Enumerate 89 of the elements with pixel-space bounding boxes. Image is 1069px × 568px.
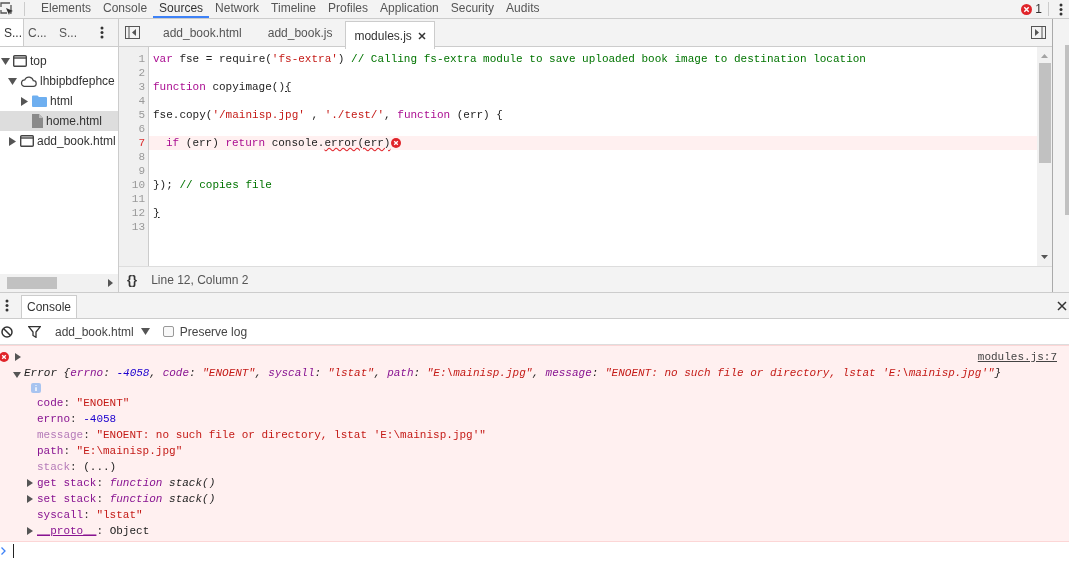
editor-tab[interactable]: modules.js bbox=[345, 21, 435, 49]
line-number: 8 bbox=[137, 150, 145, 164]
scrollbar[interactable] bbox=[1037, 47, 1052, 266]
collapsed-arrow-icon[interactable] bbox=[27, 479, 33, 487]
line-number: 1 bbox=[137, 52, 145, 66]
line-number: 2 bbox=[137, 66, 145, 80]
close-icon[interactable] bbox=[417, 31, 426, 40]
object-property[interactable]: code: "ENOENT" bbox=[37, 394, 130, 412]
code-line: }); // copies file bbox=[153, 178, 272, 192]
checkbox[interactable] bbox=[162, 326, 174, 337]
editor-tab[interactable]: add_book.js bbox=[254, 19, 346, 47]
collapsed-arrow-icon[interactable] bbox=[8, 136, 16, 146]
line-number: 13 bbox=[130, 220, 145, 234]
context-dropdown[interactable]: add_book.html bbox=[55, 322, 150, 341]
code-line: fse.copy('/mainisp.jpg' , './test/', function (err) { bbox=[153, 108, 503, 122]
collapsed-arrow-icon[interactable] bbox=[27, 495, 33, 503]
error-icon bbox=[1021, 4, 1033, 15]
scrollbar-thumb[interactable] bbox=[7, 277, 57, 289]
line-number: 9 bbox=[137, 164, 145, 178]
panel-tab[interactable]: Profiles bbox=[322, 0, 375, 18]
panel-tab[interactable]: Elements bbox=[35, 0, 98, 18]
panel-tab[interactable]: Timeline bbox=[265, 0, 322, 18]
folder-icon bbox=[32, 95, 47, 107]
object-property[interactable]: message: "ENOENT: no such file or directory, lstat 'E:\mainisp.jpg'" bbox=[37, 426, 486, 444]
tree-item[interactable]: home.html bbox=[0, 111, 118, 131]
line-number: 5 bbox=[137, 108, 145, 122]
close-icon[interactable] bbox=[1057, 301, 1067, 311]
tree-item[interactable]: lhbipbdfephce bbox=[0, 71, 118, 91]
toggle-debugger-icon[interactable] bbox=[1031, 26, 1046, 39]
navigator-tab[interactable]: C... bbox=[24, 19, 55, 46]
object-property[interactable]: errno: -4058 bbox=[37, 410, 117, 428]
code-line: } bbox=[153, 206, 160, 220]
tree-item[interactable]: top bbox=[0, 51, 118, 71]
panel-tab[interactable]: Console bbox=[97, 0, 154, 18]
line-number: 4 bbox=[137, 94, 145, 108]
code-line: if (err) return console.error(err) bbox=[166, 136, 391, 150]
prompt-icon bbox=[1, 547, 6, 555]
cursor-position: Line 12, Column 2 bbox=[151, 271, 249, 289]
object-property[interactable]: syscall: "lstat" bbox=[37, 506, 143, 524]
checkbox-label[interactable]: Preserve log bbox=[179, 322, 248, 341]
object-property[interactable]: __proto__: Object bbox=[37, 522, 150, 540]
file-icon bbox=[32, 114, 43, 128]
code-line: function copyimage(){ bbox=[153, 80, 292, 94]
object-property[interactable]: get stack: function stack() bbox=[37, 474, 216, 492]
frame-icon bbox=[13, 55, 27, 67]
line-number: 7 bbox=[137, 136, 145, 150]
more-menu-icon[interactable] bbox=[100, 26, 104, 39]
expanded-arrow-icon[interactable] bbox=[13, 372, 21, 378]
clear-console-icon[interactable] bbox=[1, 325, 13, 338]
expanded-arrow-icon[interactable] bbox=[7, 77, 17, 85]
error-icon bbox=[0, 352, 9, 362]
scroll-down-icon[interactable] bbox=[1041, 255, 1048, 259]
object-property[interactable]: path: "E:\mainisp.jpg" bbox=[37, 442, 183, 460]
toggle-navigator-icon[interactable] bbox=[125, 26, 140, 39]
panel-tab[interactable]: Application bbox=[374, 0, 445, 18]
line-number: 10 bbox=[130, 178, 145, 192]
source-link[interactable]: modules.js:7 bbox=[977, 348, 1057, 366]
expanded-arrow-icon[interactable] bbox=[0, 57, 10, 65]
error-count[interactable]: 1 bbox=[1035, 0, 1042, 18]
scroll-right-icon[interactable] bbox=[108, 279, 113, 287]
object-summary[interactable]: Error {errno: -4058, code: "ENOENT", syscall: "lstat", path: "E:\mainisp.jpg", message: "ENOENT: no such file or directory, lstat 'E:\mainisp.jpg'"} bbox=[24, 365, 1002, 382]
panel-tab[interactable]: Security bbox=[444, 0, 501, 18]
tree-item[interactable]: add_book.html bbox=[0, 131, 118, 151]
object-property[interactable]: stack: (...) bbox=[37, 458, 117, 476]
line-number: 3 bbox=[137, 80, 145, 94]
pretty-print-button[interactable]: {} bbox=[127, 269, 138, 290]
cloud-icon bbox=[20, 75, 37, 87]
inspect-icon[interactable] bbox=[0, 2, 14, 16]
collapsed-arrow-icon[interactable] bbox=[20, 96, 28, 106]
object-property[interactable]: set stack: function stack() bbox=[37, 490, 216, 508]
dropdown-caret-icon bbox=[140, 328, 150, 335]
tree-item[interactable]: html bbox=[0, 91, 118, 111]
collapsed-arrow-icon[interactable] bbox=[27, 527, 33, 535]
more-menu-icon[interactable] bbox=[1059, 3, 1063, 16]
collapsed-arrow-icon[interactable] bbox=[15, 353, 21, 361]
line-number: 12 bbox=[130, 206, 145, 220]
filter-icon[interactable] bbox=[28, 325, 41, 338]
code-line: var fse = require('fs-extra') // Calling fs-extra module to save uploaded book image to destination location bbox=[153, 52, 866, 66]
panel-tab[interactable]: Audits bbox=[500, 0, 546, 18]
more-menu-icon[interactable] bbox=[5, 299, 9, 312]
navigator-tab[interactable]: S... bbox=[55, 19, 86, 46]
error-icon bbox=[391, 138, 402, 148]
editor-tab[interactable]: add_book.html bbox=[150, 19, 255, 47]
navigator-tab[interactable]: S... bbox=[0, 19, 24, 46]
drawer-tab[interactable]: Console bbox=[21, 295, 78, 318]
panel-tab[interactable]: Network bbox=[209, 0, 266, 18]
line-number: 11 bbox=[130, 192, 145, 206]
frame-icon bbox=[20, 135, 34, 147]
line-number: 6 bbox=[137, 122, 145, 136]
